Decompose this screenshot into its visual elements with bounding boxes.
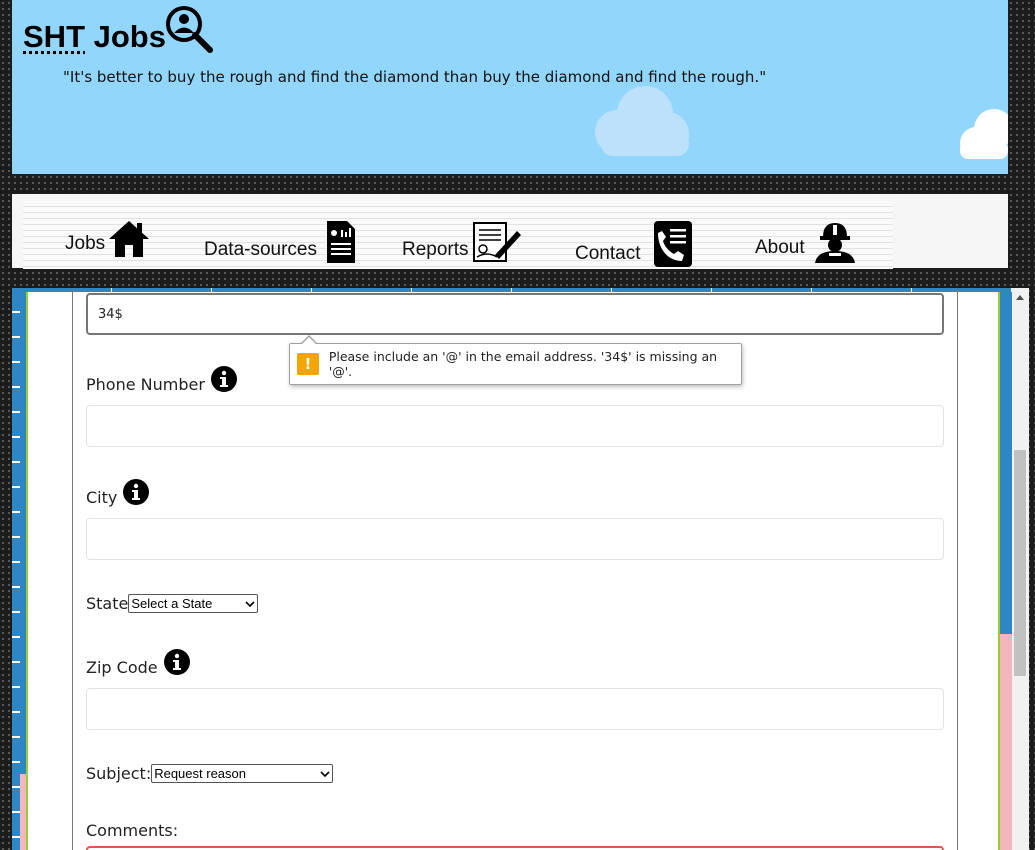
city-label: City xyxy=(86,479,150,507)
nav-item-about[interactable]: About xyxy=(755,219,859,263)
cloud-decoration xyxy=(960,109,1008,159)
cloud-decoration xyxy=(595,86,689,156)
nav-item-label: About xyxy=(755,237,805,258)
nav-item-data-sources[interactable]: Data-sources xyxy=(204,219,359,265)
nav-item-label: Data-sources xyxy=(204,239,317,260)
site-header: SHT Jobs "It's better to buy the rough a… xyxy=(12,0,1008,174)
ruler-left xyxy=(12,288,20,850)
zip-label-text: Zip Code xyxy=(86,658,158,677)
phone-label-text: Phone Number xyxy=(86,375,205,394)
report-pen-icon xyxy=(472,222,521,262)
state-select-value: Select a State xyxy=(131,596,213,611)
subject-select-value: Request reason xyxy=(154,766,246,781)
logo-text: Jobs xyxy=(85,19,166,54)
phone-input[interactable] xyxy=(86,405,944,447)
warning-icon: ! xyxy=(297,353,319,375)
nav-bar: Jobs Data-sources Reports Contact About xyxy=(23,201,893,269)
nav-item-label: Reports xyxy=(402,239,469,260)
validation-tooltip: ! Please include an '@' in the email add… xyxy=(289,335,742,385)
decor-strip xyxy=(1000,634,1012,850)
subject-row: Subject: Request reason xyxy=(86,764,334,783)
nav-item-reports[interactable]: Reports xyxy=(402,219,523,265)
main-content: ! Please include an '@' in the email add… xyxy=(12,288,1012,850)
logo-abbr: SHT xyxy=(23,19,85,54)
comments-textarea[interactable] xyxy=(86,846,944,850)
zip-input[interactable] xyxy=(86,688,944,730)
main-nav: Jobs Data-sources Reports Contact About xyxy=(12,194,1008,269)
state-row: State Select a State xyxy=(86,594,259,613)
comments-label: Comments: xyxy=(86,821,178,840)
nav-item-label: Contact xyxy=(575,243,641,264)
site-logo[interactable]: SHT Jobs xyxy=(23,6,216,62)
document-chart-icon xyxy=(327,221,355,263)
phone-contact-icon xyxy=(654,221,693,267)
job-search-icon xyxy=(164,4,216,62)
page-scrollbar[interactable] xyxy=(1012,288,1029,850)
chevron-down-icon xyxy=(320,766,330,781)
subject-label-text: Subject: xyxy=(86,764,152,783)
worker-icon xyxy=(814,223,855,263)
contact-form-area: ! Please include an '@' in the email add… xyxy=(28,288,998,850)
comments-label-text: Comments: xyxy=(86,821,179,840)
info-icon[interactable] xyxy=(163,649,190,675)
state-select[interactable]: Select a State xyxy=(128,594,259,613)
city-label-text: City xyxy=(86,488,118,507)
validation-message: Please include an '@' in the email addre… xyxy=(328,349,718,379)
decor-bar xyxy=(26,292,28,850)
city-input[interactable] xyxy=(86,518,944,560)
scroll-thumb[interactable] xyxy=(1014,450,1026,676)
scroll-up-arrow-icon[interactable] xyxy=(1016,295,1024,300)
nav-item-label: Jobs xyxy=(65,233,106,254)
phone-label: Phone Number xyxy=(86,366,237,394)
nav-item-jobs[interactable]: Jobs xyxy=(65,219,151,259)
chevron-down-icon xyxy=(245,596,255,611)
house-icon xyxy=(109,221,150,257)
subject-select[interactable]: Request reason xyxy=(151,764,334,783)
nav-item-contact[interactable]: Contact xyxy=(575,219,694,269)
info-icon[interactable] xyxy=(210,366,237,392)
email-input[interactable] xyxy=(86,293,944,335)
state-label-text: State xyxy=(86,594,129,613)
zip-label: Zip Code xyxy=(86,649,190,677)
info-icon[interactable] xyxy=(123,479,150,505)
